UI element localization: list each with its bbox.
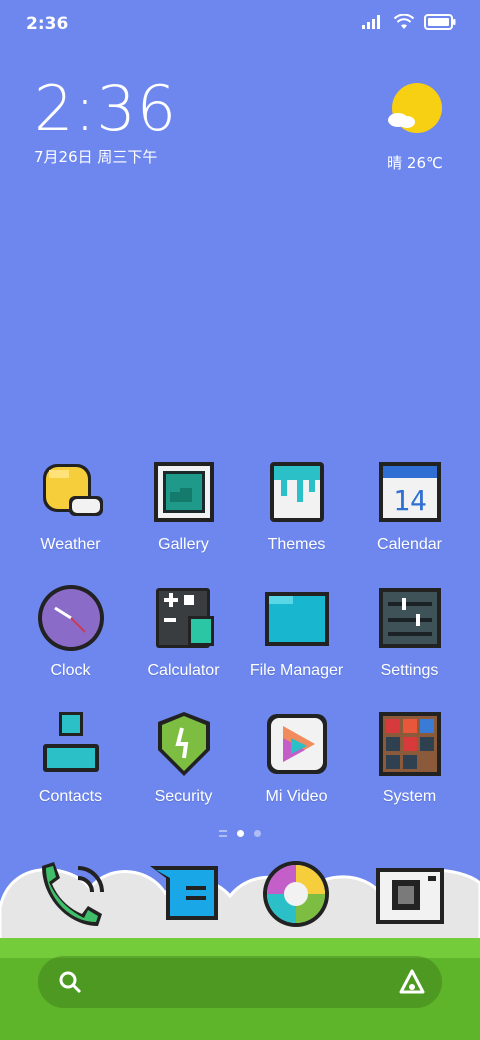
page-dot	[254, 830, 261, 837]
page-indicator[interactable]	[0, 830, 480, 837]
messages-icon	[150, 866, 218, 920]
app-label: File Manager	[249, 662, 344, 679]
app-label: Calculator	[147, 662, 220, 679]
widget-date: 7月26日 周三下午	[34, 148, 158, 166]
dock-phone[interactable]	[30, 858, 110, 930]
clock-icon	[35, 584, 107, 652]
app-label: Clock	[50, 662, 91, 679]
camera-icon	[376, 868, 444, 924]
video-icon	[261, 710, 333, 778]
clock-widget[interactable]: 2:36 7月26日 周三下午	[34, 78, 177, 167]
status-icons	[362, 14, 456, 30]
page-dot-list	[219, 830, 227, 837]
browser-icon	[263, 861, 329, 927]
search-bar[interactable]	[38, 956, 442, 1008]
weather-condition: 晴	[387, 154, 403, 172]
status-time: 2:36	[26, 14, 69, 34]
app-label: Gallery	[158, 536, 209, 553]
widget-time: 2:36	[34, 72, 178, 145]
app-settings[interactable]: Settings	[353, 584, 466, 680]
app-calendar[interactable]: 14 Calendar	[353, 458, 466, 554]
dock	[0, 858, 480, 938]
app-label: Contacts	[38, 788, 103, 805]
wifi-icon	[394, 14, 414, 29]
system-folder-icon	[374, 710, 446, 778]
page-dot-active	[237, 830, 244, 837]
app-contacts[interactable]: Contacts	[14, 710, 127, 806]
app-calculator[interactable]: Calculator	[127, 584, 240, 680]
search-icon	[59, 971, 82, 994]
app-label: Security	[154, 788, 213, 805]
assistant-icon[interactable]	[398, 968, 426, 996]
folder-icon	[261, 584, 333, 652]
sun-cloud-icon	[388, 83, 442, 133]
calculator-icon	[148, 584, 220, 652]
weather-icon	[35, 458, 107, 526]
app-system[interactable]: System	[353, 710, 466, 806]
gallery-icon	[148, 458, 220, 526]
app-label: Mi Video	[265, 788, 328, 805]
dock-browser[interactable]	[260, 858, 340, 930]
app-security[interactable]: Security	[127, 710, 240, 806]
app-label: Themes	[267, 536, 326, 553]
dock-camera[interactable]	[374, 858, 454, 930]
app-label: Calendar	[377, 536, 442, 553]
app-clock[interactable]: Clock	[14, 584, 127, 680]
calendar-icon: 14	[374, 458, 446, 526]
app-gallery[interactable]: Gallery	[127, 458, 240, 554]
settings-icon	[374, 584, 446, 652]
app-label: Weather	[40, 536, 101, 553]
themes-icon	[261, 458, 333, 526]
weather-temperature: 26℃	[406, 154, 443, 172]
phone-icon	[42, 862, 104, 926]
contacts-icon	[35, 710, 107, 778]
app-file-manager[interactable]: File Manager	[240, 584, 353, 680]
dock-messages[interactable]	[146, 858, 226, 930]
app-label: Settings	[380, 662, 439, 679]
signal-icon	[362, 15, 380, 29]
app-weather[interactable]: Weather	[14, 458, 127, 554]
weather-widget[interactable]: 晴 26℃	[380, 82, 450, 173]
status-bar: 2:36	[0, 0, 480, 50]
app-label: System	[382, 788, 437, 805]
security-icon	[148, 710, 220, 778]
battery-icon	[424, 14, 456, 30]
app-themes[interactable]: Themes	[240, 458, 353, 554]
calendar-day: 14	[393, 484, 427, 517]
app-mi-video[interactable]: Mi Video	[240, 710, 353, 806]
